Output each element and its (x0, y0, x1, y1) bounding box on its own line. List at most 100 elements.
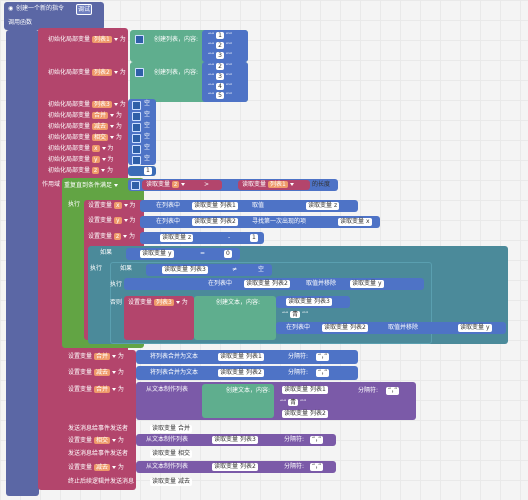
gear-icon[interactable] (132, 112, 141, 121)
list-length-label: 的长度 (312, 181, 331, 188)
set-var-x[interactable]: 设置变量 x 为 (88, 201, 135, 210)
text-item[interactable]: ““ 青 ”” (282, 310, 308, 319)
separator-value[interactable]: “，” (386, 387, 400, 395)
set-var-z[interactable]: 设置变量 z 为 (88, 232, 135, 241)
set-var-minus-2[interactable]: 设置变量 减去 为 (68, 463, 124, 472)
separator-value[interactable]: “，” (316, 369, 330, 377)
function-body[interactable] (6, 30, 39, 496)
gear-icon[interactable] (132, 123, 141, 132)
set-var-merge[interactable]: 设置变量 合并 为 (68, 352, 124, 361)
read-list2[interactable]: 读取变量 列表2 (282, 410, 328, 418)
init-row-list3: 初始化局部变量 列表3 为 (48, 101, 126, 108)
do-label: 执行 (90, 265, 103, 272)
number-one[interactable]: 1 (250, 234, 258, 242)
read-list3[interactable]: 读取变量 列表3 (212, 436, 258, 444)
separator-value[interactable]: “，” (316, 353, 330, 361)
init-row-list2: 初始化局部变量 列表2 为 (48, 69, 126, 76)
set-var-merge-2[interactable]: 设置变量 合并 为 (68, 385, 124, 394)
gt-operator[interactable]: > (204, 180, 209, 189)
gear-icon[interactable] (132, 145, 141, 154)
read-list2[interactable]: 读取变量 列表2 (192, 218, 238, 226)
create-list-label: 创建列表，内容: (154, 69, 199, 76)
read-z[interactable]: 读取变量 z (306, 202, 340, 210)
separator-label: 分隔符: (284, 436, 305, 443)
read-x[interactable]: 读取变量 x (338, 218, 372, 226)
init-row-minus: 初始化局部变量 减去 为 (48, 123, 122, 130)
join-label: 将列表合并为文本 (150, 353, 199, 360)
zero-value[interactable]: 0 (224, 250, 232, 258)
read-list2[interactable]: 读取变量 列表2 (244, 280, 290, 288)
init-row-intersect: 初始化局部变量 相交 为 (48, 134, 122, 141)
find-first-label: 寻找第一次出现的项 (252, 218, 307, 225)
scope-label: 作用域 (42, 181, 61, 188)
create-list-label: 创建列表，内容: (154, 36, 199, 43)
gear-icon[interactable] (132, 134, 141, 143)
stop-and-send[interactable]: 终止后续逻辑并发送消息 (68, 477, 134, 486)
set-var-y[interactable]: 设置变量 y 为 (88, 216, 135, 225)
read-list1[interactable]: 读取变量 列表1 (192, 202, 238, 210)
list1-item-2[interactable]: ““ 2 ”” (208, 41, 232, 50)
create-text-label: 创建文本，内容: (226, 387, 271, 394)
text-to-list-label: 从文本制作列表 (146, 386, 189, 393)
list2-item-4[interactable]: ““ 5 ”” (208, 91, 232, 100)
list2-item-1[interactable]: ““ 2 ”” (208, 62, 232, 71)
gear-icon[interactable] (135, 68, 144, 77)
list1-item-3[interactable]: ““ 3 ”” (208, 51, 232, 60)
list1-item-1[interactable]: ““ 1 ”” (208, 31, 232, 40)
event-tag[interactable]: 调试 (76, 4, 93, 15)
read-list2[interactable]: 读取变量 列表2 (212, 463, 258, 471)
read-list2[interactable]: 读取变量 列表2 (218, 369, 264, 377)
gear-icon[interactable] (132, 101, 141, 110)
gear-icon[interactable] (135, 35, 144, 44)
list2-item-2[interactable]: ““ 3 ”” (208, 72, 232, 81)
get-label: 取值 (252, 202, 265, 209)
number-one[interactable]: 1 (144, 167, 152, 175)
gear-icon[interactable] (132, 156, 141, 165)
empty-value: 空 (258, 266, 265, 273)
text-to-list-label: 从文本制作列表 (146, 463, 189, 470)
read-list1[interactable]: 读取变量 列表1 (282, 386, 328, 394)
empty-value: 空 (144, 155, 151, 162)
read-y[interactable]: 读取变量 y (458, 324, 492, 332)
minus-row[interactable] (140, 232, 264, 244)
separator-value[interactable]: “，” (310, 463, 324, 471)
read-z-minus[interactable]: 读取变量 z (160, 234, 194, 242)
read-y[interactable]: 读取变量 y (140, 250, 174, 258)
set-var-intersect[interactable]: 设置变量 相交 为 (68, 436, 124, 445)
ne-operator[interactable]: ≠ (232, 265, 237, 274)
separator-value[interactable]: “，” (310, 436, 324, 444)
send-merge[interactable]: 发送消息给事件发送者 (68, 424, 128, 433)
read-list3[interactable]: 读取变量 列表3 (162, 266, 208, 274)
read-merge[interactable]: 读取变量 合并 (150, 425, 192, 433)
read-list2[interactable]: 读取变量 列表2 (322, 324, 368, 332)
read-minus[interactable]: 读取变量 减去 (150, 478, 192, 486)
in-list-label: 在列表中 (286, 324, 311, 331)
read-intersect[interactable]: 读取变量 相交 (150, 450, 192, 458)
gear-icon[interactable] (131, 181, 140, 190)
set-var-minus[interactable]: 设置变量 减去 为 (68, 368, 124, 377)
eq-operator[interactable]: = (200, 249, 205, 258)
in-list-label: 在列表中 (156, 202, 181, 209)
empty-value: 空 (144, 111, 151, 118)
list2-item-3[interactable]: ““ 4 ”” (208, 82, 232, 91)
empty-value: 空 (144, 133, 151, 140)
separator-label: 分隔符: (284, 463, 305, 470)
read-list3[interactable]: 读取变量 列表3 (286, 298, 332, 306)
event-block[interactable]: ◉ 创建一个新的指令 调试 调用函数 (4, 2, 104, 30)
event-icon: ◉ (8, 5, 14, 12)
if-label: 如果 (100, 249, 113, 256)
send-intersect[interactable]: 发送消息给事件发送者 (68, 449, 128, 458)
minus-operator[interactable]: - (228, 233, 230, 242)
read-list1[interactable]: 读取变量 列表1 (218, 353, 264, 361)
separator-label: 分隔符: (288, 353, 309, 360)
read-y[interactable]: 读取变量 y (350, 280, 384, 288)
call-function-label: 调用函数 (8, 19, 33, 26)
init-row-z: 初始化局部变量 z 为 (48, 167, 114, 174)
do-label: 执行 (110, 281, 123, 288)
empty-value: 空 (144, 122, 151, 129)
in-list-label: 在列表中 (208, 280, 233, 287)
text-item[interactable]: ““ 青 ”” (280, 398, 306, 407)
remove-label: 取值并移除 (306, 280, 337, 287)
else-label: 否则 (110, 299, 123, 306)
set-var-list3: 设置变量 列表3 为 (128, 299, 188, 306)
